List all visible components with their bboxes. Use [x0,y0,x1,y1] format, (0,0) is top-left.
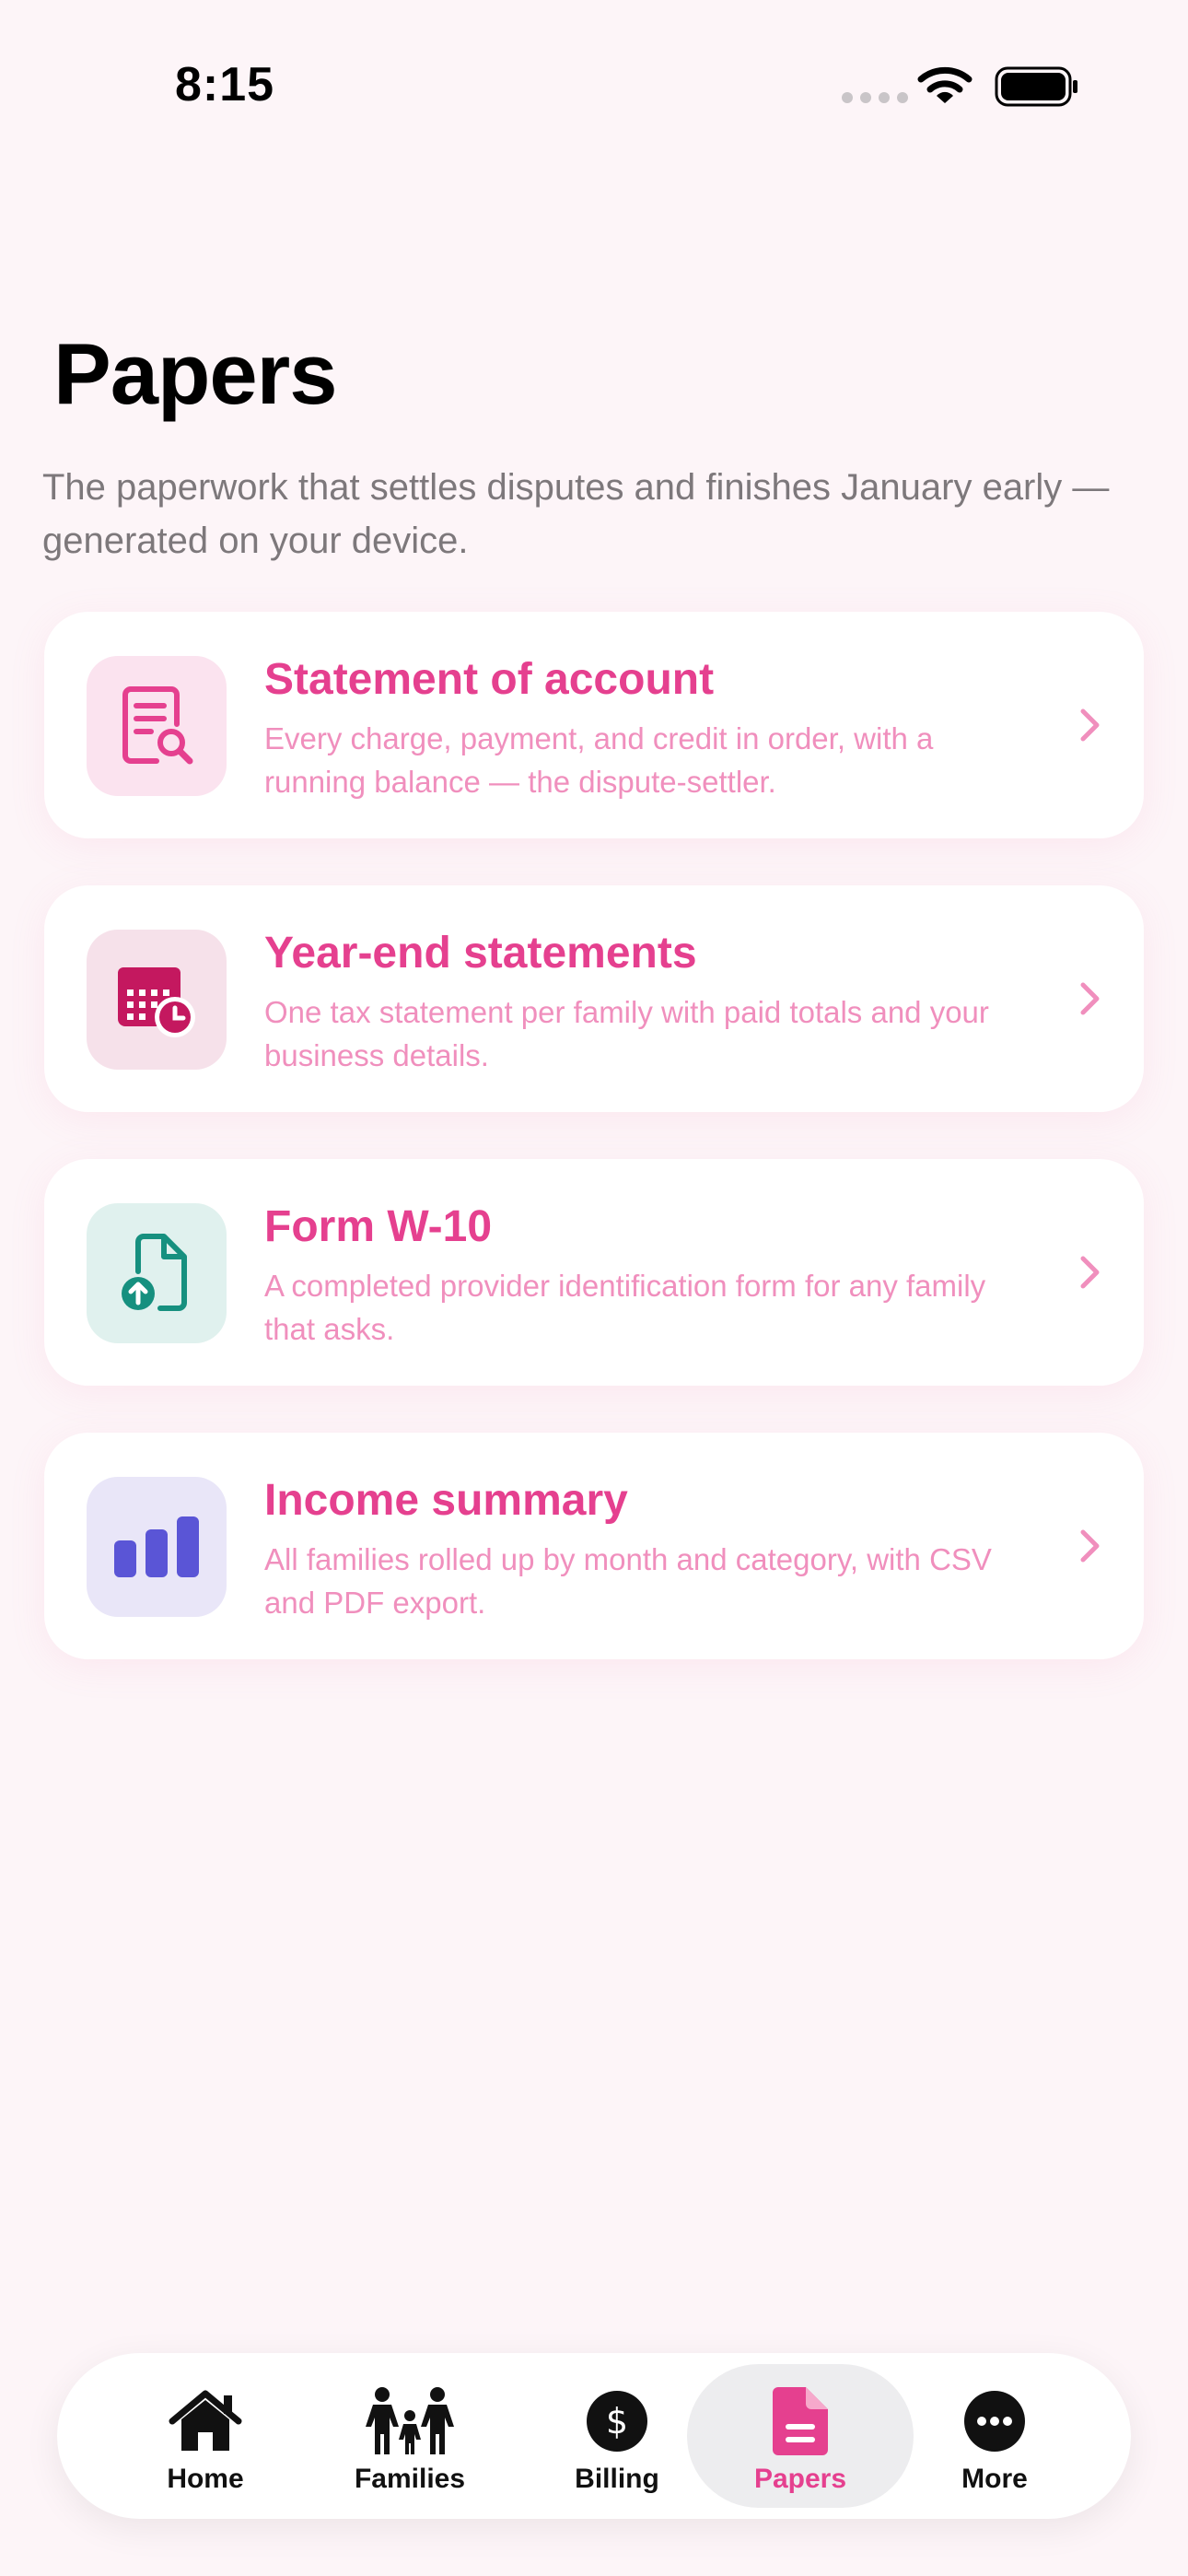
document-icon [773,2384,828,2458]
tab-label: Home [167,2464,244,2494]
tab-bar: Home Families $ Billing Papers More [57,2353,1131,2519]
card-description: One tax statement per family with paid t… [264,995,989,1072]
card-title: Form W-10 [264,1202,493,1251]
family-icon [362,2384,458,2458]
card-title: Income summary [264,1476,628,1525]
form-w10-card[interactable]: Form W-10 A completed provider identific… [44,1159,1144,1386]
page-title: Papers [53,325,338,422]
svg-text:$: $ [606,2401,628,2441]
chevron-right-icon [1080,708,1100,742]
signal-icon [842,92,908,103]
home-icon [167,2384,244,2458]
income-summary-card[interactable]: Income summary All families rolled up by… [44,1433,1144,1659]
file-upload-icon [87,1203,227,1343]
status-bar: 8:15 [0,0,1188,175]
tab-label: Billing [575,2464,659,2494]
more-icon [963,2384,1026,2458]
page-subtitle: The paperwork that settles disputes and … [42,467,1110,561]
tab-more[interactable]: More [881,2364,1108,2508]
chevron-right-icon [1080,1529,1100,1563]
tab-families[interactable]: Families [297,2364,523,2508]
battery-icon [995,66,1077,107]
statement-of-account-card[interactable]: Statement of account Every charge, payme… [44,612,1144,838]
card-title: Statement of account [264,655,715,704]
year-end-statements-card[interactable]: Year-end statements One tax statement pe… [44,885,1144,1112]
tab-home[interactable]: Home [92,2364,319,2508]
bar-chart-icon [87,1477,227,1617]
chevron-right-icon [1080,1256,1100,1289]
tab-label: More [961,2464,1028,2494]
status-time: 8:15 [175,58,275,111]
card-description: A completed provider identification form… [264,1269,986,1346]
card-description: Every charge, payment, and credit in ord… [264,721,934,799]
chevron-right-icon [1080,982,1100,1015]
tab-label: Papers [753,2464,847,2494]
dollar-icon: $ [586,2384,648,2458]
calendar-clock-icon [87,930,227,1070]
tab-label: Families [354,2464,466,2494]
card-title: Year-end statements [264,929,697,978]
wifi-icon [917,66,973,103]
document-search-icon [87,656,227,796]
tab-papers[interactable]: Papers [687,2364,914,2508]
card-description: All families rolled up by month and cate… [264,1542,992,1620]
